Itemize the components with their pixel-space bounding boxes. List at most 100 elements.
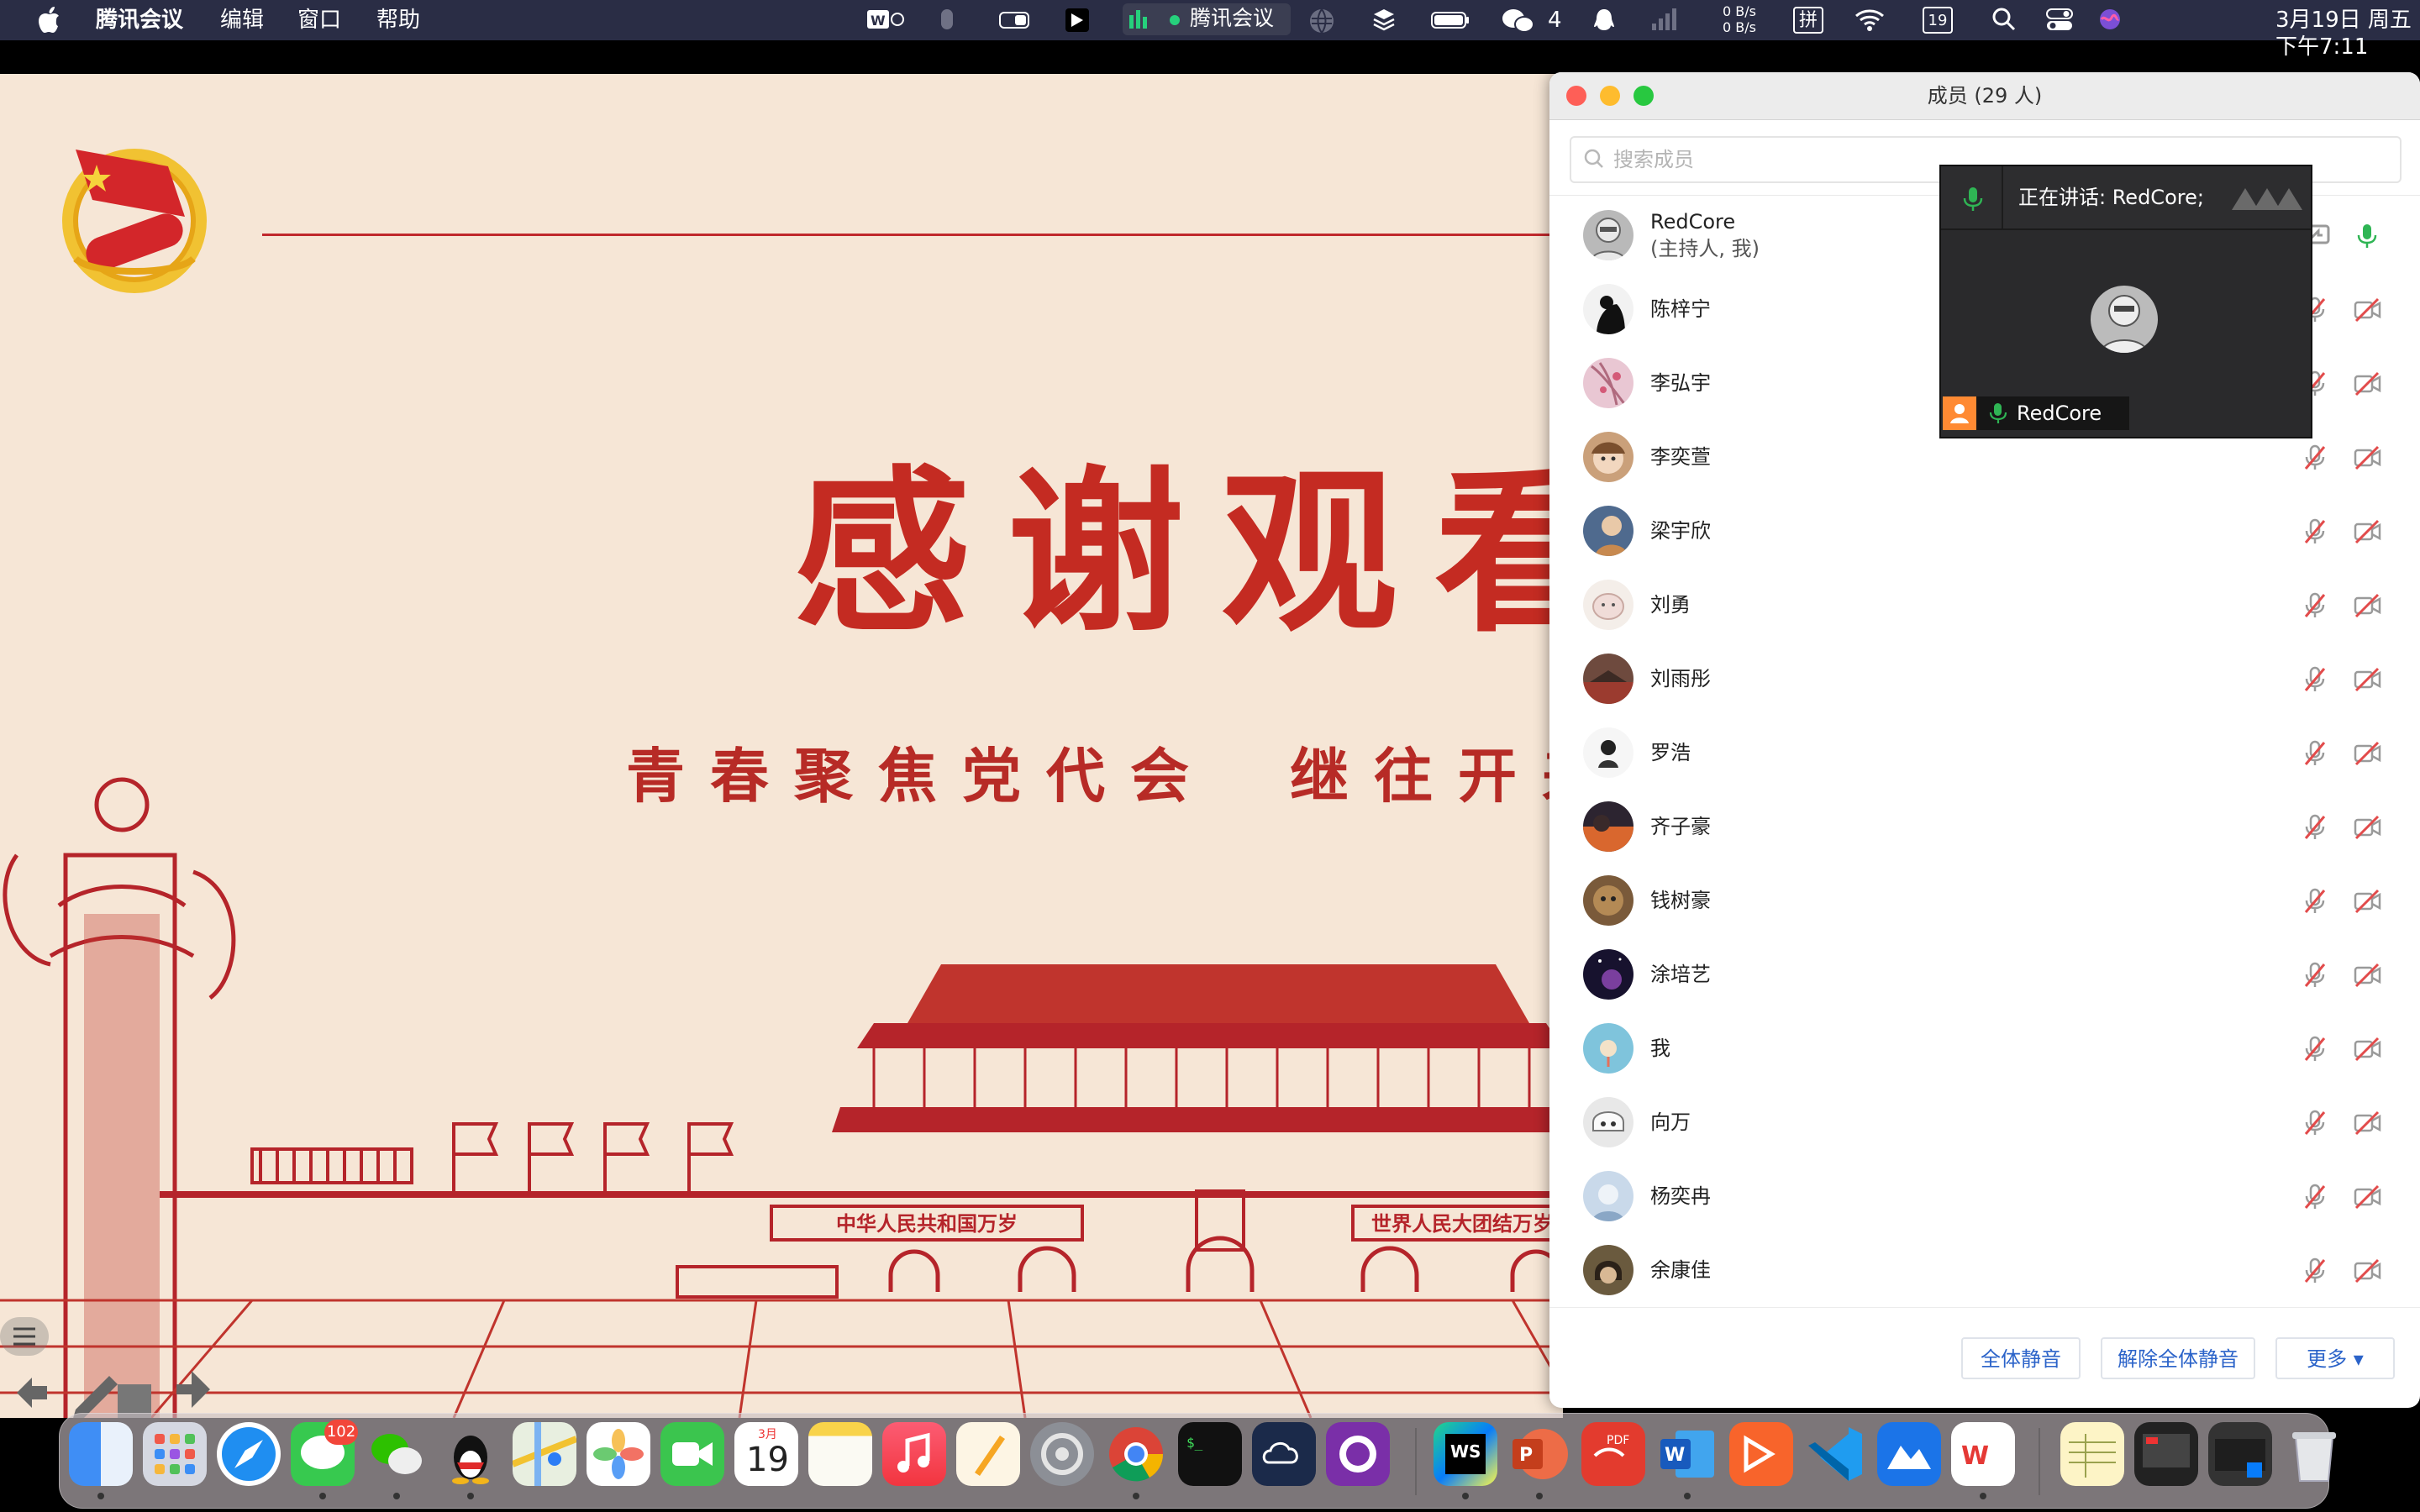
running-indicator bbox=[467, 1493, 474, 1499]
webstorm-icon[interactable]: WS bbox=[1434, 1422, 1497, 1486]
member-row[interactable]: 向万 bbox=[1549, 1085, 2420, 1159]
camera-off-icon[interactable] bbox=[2353, 370, 2383, 398]
member-row[interactable]: 刘雨彤 bbox=[1549, 642, 2420, 716]
camera-off-icon[interactable] bbox=[2353, 1109, 2383, 1137]
notes-icon[interactable] bbox=[808, 1422, 872, 1486]
powerpoint-icon[interactable]: P bbox=[1507, 1422, 1571, 1486]
camera-off-icon[interactable] bbox=[2353, 444, 2383, 472]
camera-off-icon[interactable] bbox=[2353, 1035, 2383, 1063]
member-row[interactable]: 钱树豪 bbox=[1549, 864, 2420, 937]
finder-icon[interactable] bbox=[69, 1422, 133, 1486]
mic-muted-icon[interactable] bbox=[2301, 887, 2329, 916]
signal-status-icon[interactable] bbox=[1650, 7, 1681, 34]
music-icon[interactable] bbox=[882, 1422, 946, 1486]
lark-icon[interactable] bbox=[1877, 1422, 1941, 1486]
mic-muted-icon[interactable] bbox=[2301, 739, 2329, 768]
control-center-icon[interactable] bbox=[2045, 7, 2074, 34]
wifi-icon[interactable] bbox=[1854, 7, 1886, 34]
camera-off-icon[interactable] bbox=[2353, 887, 2383, 916]
camera-off-icon[interactable] bbox=[2353, 1257, 2383, 1285]
menu-edit[interactable]: 编辑 bbox=[220, 7, 264, 34]
member-name: 齐子豪 bbox=[1650, 815, 1711, 838]
wps-status-icon[interactable]: W bbox=[865, 7, 904, 34]
window-preview-icon[interactable] bbox=[2134, 1422, 2198, 1486]
slide-toolbar[interactable] bbox=[0, 1317, 218, 1418]
camera-off-icon[interactable] bbox=[2353, 296, 2383, 324]
mouse-status-icon[interactable] bbox=[938, 7, 956, 34]
vscode-icon[interactable] bbox=[1803, 1422, 1867, 1486]
camera-off-icon[interactable] bbox=[2353, 739, 2383, 768]
member-row[interactable]: 我 bbox=[1549, 1011, 2420, 1085]
camera-off-icon[interactable] bbox=[2353, 665, 2383, 694]
calendar-day: 19 bbox=[746, 1441, 789, 1479]
capcut-status-icon[interactable] bbox=[1064, 7, 1091, 34]
mic-muted-icon[interactable] bbox=[2301, 517, 2329, 546]
mic-muted-icon[interactable] bbox=[2301, 591, 2329, 620]
mute-all-button[interactable]: 全体静音 bbox=[1961, 1337, 2081, 1379]
toggle-status-icon[interactable] bbox=[998, 7, 1032, 34]
chrome-icon[interactable] bbox=[1104, 1422, 1168, 1486]
meeting-recording-indicator[interactable]: 腾讯会议 bbox=[1123, 3, 1291, 35]
network-speed[interactable]: 0 B/s 0 B/s bbox=[1714, 3, 1765, 35]
app-menu[interactable]: 腾讯会议 bbox=[96, 7, 183, 34]
wps-icon[interactable]: W bbox=[1951, 1422, 2015, 1486]
calendar-icon[interactable]: 3月 19 bbox=[734, 1422, 798, 1486]
keynote-icon[interactable] bbox=[1729, 1422, 1793, 1486]
pages-icon[interactable] bbox=[956, 1422, 1020, 1486]
member-name-block: 涂培艺 bbox=[1650, 937, 1711, 1011]
camera-off-icon[interactable] bbox=[2353, 813, 2383, 842]
camera-off-icon[interactable] bbox=[2353, 517, 2383, 546]
clock[interactable]: 3月19日 周五 下午7:11 bbox=[2275, 7, 2420, 60]
mic-muted-icon[interactable] bbox=[2301, 1257, 2329, 1285]
maps-icon[interactable] bbox=[511, 1422, 578, 1486]
mic-muted-icon[interactable] bbox=[2301, 1109, 2329, 1137]
camera-off-icon[interactable] bbox=[2353, 961, 2383, 990]
launchpad-icon[interactable] bbox=[143, 1422, 207, 1486]
cloud-app-icon[interactable] bbox=[1252, 1422, 1316, 1486]
more-button[interactable]: 更多 ▾ bbox=[2275, 1337, 2395, 1379]
qq-status-icon[interactable] bbox=[1591, 7, 1617, 34]
member-row[interactable]: 梁宇欣 bbox=[1549, 494, 2420, 568]
mic-muted-icon[interactable] bbox=[2301, 1035, 2329, 1063]
facetime-icon[interactable] bbox=[660, 1422, 724, 1486]
siri-icon[interactable] bbox=[2097, 7, 2123, 34]
mic-on-icon[interactable] bbox=[2353, 222, 2381, 250]
word-icon[interactable]: W bbox=[1655, 1422, 1719, 1486]
member-row[interactable]: 余康佳 bbox=[1549, 1233, 2420, 1307]
pdf-expert-icon[interactable]: PDF bbox=[1581, 1422, 1645, 1486]
github-desktop-icon[interactable] bbox=[1326, 1422, 1390, 1486]
photos-icon[interactable] bbox=[587, 1422, 650, 1486]
globe-status-icon[interactable] bbox=[1307, 7, 1336, 34]
stack-status-icon[interactable] bbox=[1371, 7, 1397, 34]
terminal-icon[interactable]: $_ bbox=[1178, 1422, 1242, 1486]
mic-muted-icon[interactable] bbox=[2301, 1183, 2329, 1211]
member-row[interactable]: 齐子豪 bbox=[1549, 790, 2420, 864]
safari-icon[interactable] bbox=[217, 1422, 281, 1486]
member-row[interactable]: 涂培艺 bbox=[1549, 937, 2420, 1011]
mic-muted-icon[interactable] bbox=[2301, 444, 2329, 472]
active-speaker-popup[interactable]: 正在讲话: RedCore; RedCore bbox=[1939, 165, 2312, 438]
camera-off-icon[interactable] bbox=[2353, 1183, 2383, 1211]
battery-icon[interactable] bbox=[1430, 7, 1470, 34]
trash-icon[interactable] bbox=[2282, 1422, 2346, 1486]
menu-help[interactable]: 帮助 bbox=[376, 7, 420, 34]
menu-window[interactable]: 窗口 bbox=[297, 7, 341, 34]
unmute-all-button[interactable]: 解除全体静音 bbox=[2101, 1337, 2255, 1379]
member-row[interactable]: 杨奕冉 bbox=[1549, 1159, 2420, 1233]
input-method[interactable]: 拼 bbox=[1793, 7, 1823, 34]
qq-icon[interactable] bbox=[439, 1422, 502, 1486]
member-row[interactable]: 刘勇 bbox=[1549, 568, 2420, 642]
spotlight-search-icon[interactable] bbox=[1991, 7, 2017, 34]
member-row[interactable]: 罗浩 bbox=[1549, 716, 2420, 790]
wechat-icon[interactable] bbox=[365, 1422, 429, 1486]
webstorm-window-icon[interactable] bbox=[2208, 1422, 2272, 1486]
wechat-status-icon[interactable] bbox=[1501, 7, 1536, 34]
camera-off-icon[interactable] bbox=[2353, 591, 2383, 620]
mic-muted-icon[interactable] bbox=[2301, 813, 2329, 842]
calendar-status-icon[interactable]: 19 bbox=[1923, 7, 1953, 34]
mic-muted-icon[interactable] bbox=[2301, 961, 2329, 990]
numbers-doc-icon[interactable] bbox=[2060, 1422, 2124, 1486]
system-preferences-icon[interactable] bbox=[1030, 1422, 1094, 1486]
apple-menu-icon[interactable] bbox=[37, 5, 60, 34]
mic-muted-icon[interactable] bbox=[2301, 665, 2329, 694]
